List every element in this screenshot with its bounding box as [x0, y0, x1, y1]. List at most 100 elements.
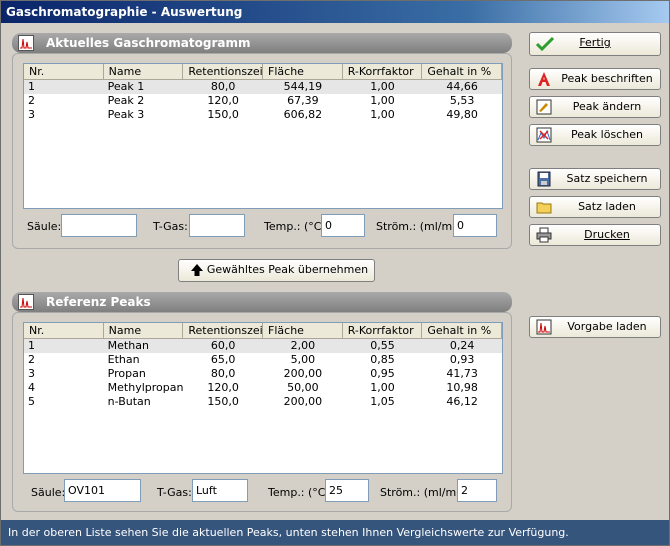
peak-beschriften-button[interactable]: Peak beschriften	[529, 68, 661, 90]
stroem-input[interactable]: 2	[457, 479, 497, 502]
cell-rfactor: 1,00	[370, 80, 395, 93]
cell-name: Propan	[107, 367, 146, 380]
satz-laden-button[interactable]: Satz laden	[529, 196, 661, 218]
col-name[interactable]: Name	[104, 64, 184, 79]
cell-nr: 1	[28, 80, 35, 93]
transfer-peak-button[interactable]: Gewähltes Peak übernehmen	[178, 259, 375, 282]
cell-name: Ethan	[107, 353, 140, 366]
cell-name: Peak 2	[107, 94, 145, 107]
transfer-peak-label: Gewähltes Peak übernehmen	[206, 263, 369, 276]
window-title: Gaschromatographie - Auswertung	[1, 1, 669, 23]
peak-loeschen-button[interactable]: Peak löschen	[529, 124, 661, 146]
status-bar: In der oberen Liste sehen Sie die aktuel…	[1, 520, 669, 545]
col-area[interactable]: Fläche	[263, 64, 343, 79]
cell-area: 200,00	[283, 367, 323, 380]
cell-rfactor: 1,05	[370, 395, 395, 408]
col-content[interactable]: Gehalt in %	[422, 64, 502, 79]
col-rfactor[interactable]: R-Korrfaktor	[343, 323, 423, 338]
table-row[interactable]: 2 Peak 2 120,0 67,39 1,00 5,53	[24, 94, 502, 108]
save-disk-icon	[536, 171, 552, 187]
fertig-button[interactable]: Fertig	[529, 32, 661, 56]
cell-area: 606,82	[283, 108, 323, 121]
cell-area: 200,00	[283, 395, 323, 408]
peak-loeschen-label: Peak löschen	[571, 128, 643, 141]
peak-beschriften-label: Peak beschriften	[561, 72, 653, 85]
tgas-input[interactable]: Luft	[192, 479, 248, 502]
cell-area: 544,19	[283, 80, 323, 93]
vorgabe-laden-button[interactable]: Vorgabe laden	[529, 316, 661, 338]
stroem-input[interactable]: 0	[453, 214, 497, 237]
cell-name: Peak 3	[107, 108, 145, 121]
cell-retention: 150,0	[207, 395, 239, 408]
col-area[interactable]: Fläche	[263, 323, 343, 338]
col-content[interactable]: Gehalt in %	[422, 323, 502, 338]
cell-rfactor: 0,55	[370, 339, 395, 352]
saeule-label: Säule:	[27, 220, 62, 233]
checkmark-icon	[536, 36, 554, 52]
temp-input[interactable]: 25	[325, 479, 369, 502]
col-retention[interactable]: Retentionszeit	[183, 64, 264, 79]
reference-section-box: Nr. Name Retentionszeit Fläche R-Korrfak…	[12, 312, 512, 512]
cell-rfactor: 1,00	[370, 381, 395, 394]
peak-aendern-button[interactable]: Peak ändern	[529, 96, 661, 118]
satz-speichern-button[interactable]: Satz speichern	[529, 168, 661, 190]
cell-content: 41,73	[446, 367, 478, 380]
cell-area: 2,00	[290, 339, 316, 352]
cell-area: 67,39	[287, 94, 319, 107]
saeule-label: Säule:	[31, 486, 66, 499]
vorgabe-laden-label: Vorgabe laden	[567, 320, 647, 333]
table-row[interactable]: 1 Peak 1 80,0 544,19 1,00 44,66	[24, 80, 502, 94]
cell-area: 50,00	[287, 381, 319, 394]
temp-input[interactable]: 0	[321, 214, 365, 237]
table-row[interactable]: 5 n-Butan 150,0 200,00 1,05 46,12	[24, 395, 502, 409]
cell-nr: 3	[28, 108, 35, 121]
current-section-header: Aktuelles Gaschromatogramm	[12, 33, 512, 53]
cell-content: 0,24	[449, 339, 475, 352]
current-section-box: Nr. Name Retentionszeit Fläche R-Korrfak…	[12, 53, 512, 249]
col-nr[interactable]: Nr.	[24, 323, 104, 338]
cell-content: 46,12	[446, 395, 478, 408]
table-row[interactable]: 3 Propan 80,0 200,00 0,95 41,73	[24, 367, 502, 381]
drucken-button[interactable]: Drucken	[529, 224, 661, 246]
letter-a-icon	[536, 71, 552, 87]
cell-nr: 5	[28, 395, 35, 408]
table-header: Nr. Name Retentionszeit Fläche R-Korrfak…	[24, 64, 502, 80]
table-row[interactable]: 2 Ethan 65,0 5,00 0,85 0,93	[24, 353, 502, 367]
delete-chart-icon	[536, 127, 552, 143]
cell-retention: 65,0	[210, 353, 236, 366]
table-row[interactable]: 3 Peak 3 150,0 606,82 1,00 49,80	[24, 108, 502, 122]
cell-retention: 150,0	[207, 108, 239, 121]
reference-section-title: Referenz Peaks	[46, 295, 151, 309]
cell-content: 0,93	[449, 353, 475, 366]
cell-retention: 120,0	[207, 381, 239, 394]
chromatogram-icon	[18, 294, 34, 310]
printer-icon	[536, 227, 552, 243]
table-row[interactable]: 1 Methan 60,0 2,00 0,55 0,24	[24, 339, 502, 353]
cell-rfactor: 0,95	[370, 367, 395, 380]
table-row[interactable]: 4 Methylpropan 120,0 50,00 1,00 10,98	[24, 381, 502, 395]
cell-retention: 120,0	[207, 94, 239, 107]
cell-nr: 3	[28, 367, 35, 380]
satz-laden-label: Satz laden	[578, 200, 636, 213]
col-rfactor[interactable]: R-Korrfaktor	[343, 64, 423, 79]
col-nr[interactable]: Nr.	[24, 64, 104, 79]
temp-label: Temp.: (°C)	[264, 220, 326, 233]
col-retention[interactable]: Retentionszeit	[183, 323, 264, 338]
cell-rfactor: 1,00	[370, 108, 395, 121]
cell-content: 49,80	[446, 108, 478, 121]
saeule-input[interactable]: OV101	[64, 479, 141, 502]
cell-name: n-Butan	[107, 395, 151, 408]
edit-chart-icon	[536, 99, 552, 115]
arrow-up-icon	[189, 262, 205, 278]
cell-retention: 80,0	[210, 80, 236, 93]
tgas-input[interactable]	[189, 214, 245, 237]
saeule-input[interactable]	[61, 214, 137, 237]
col-name[interactable]: Name	[104, 323, 184, 338]
reference-section-header: Referenz Peaks	[12, 292, 512, 312]
cell-content: 44,66	[446, 80, 478, 93]
fertig-label: Fertig	[579, 36, 611, 49]
cell-name: Peak 1	[107, 80, 145, 93]
reference-peaks-table[interactable]: Nr. Name Retentionszeit Fläche R-Korrfak…	[23, 322, 503, 474]
cell-name: Methylpropan	[107, 381, 184, 394]
current-peaks-table[interactable]: Nr. Name Retentionszeit Fläche R-Korrfak…	[23, 63, 503, 209]
